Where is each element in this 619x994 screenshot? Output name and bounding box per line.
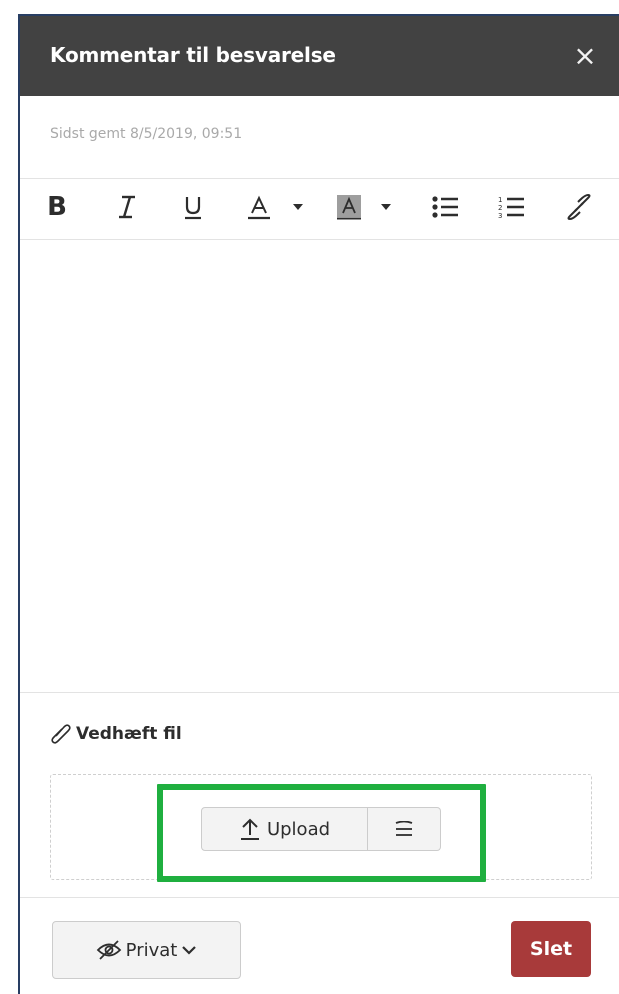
attach-file-label: Vedhæft fil: [50, 722, 182, 746]
background-color-button[interactable]: [334, 189, 364, 225]
delete-button[interactable]: Slet: [511, 921, 591, 977]
paperclip-icon: [51, 724, 71, 744]
link-icon: [567, 194, 591, 220]
upload-button[interactable]: Upload: [201, 807, 368, 851]
close-button[interactable]: ×: [567, 38, 603, 74]
svg-text:1: 1: [498, 196, 502, 204]
caret-down-icon: [293, 204, 303, 210]
numbered-list-button[interactable]: 1 2 3: [494, 189, 528, 225]
bold-button[interactable]: B: [42, 189, 72, 225]
svg-text:3: 3: [498, 212, 502, 219]
font-color-icon: [248, 195, 270, 220]
comment-panel: Kommentar til besvarelse × Sidst gemt 8/…: [18, 14, 619, 994]
background-color-icon: [337, 195, 361, 220]
comment-editor[interactable]: [20, 240, 619, 692]
divider: [20, 897, 619, 898]
background-color-dropdown[interactable]: [376, 189, 396, 225]
bullet-list-icon: [432, 196, 458, 218]
attach-file-text: Vedhæft fil: [76, 724, 182, 744]
underline-button[interactable]: [178, 189, 208, 225]
upload-label: Upload: [266, 818, 331, 840]
eye-slash-icon: [96, 940, 121, 960]
bullet-list-button[interactable]: [428, 189, 462, 225]
close-icon: ×: [573, 39, 597, 72]
dialog-header: Kommentar til besvarelse ×: [20, 16, 619, 96]
privacy-label: Privat: [125, 939, 178, 961]
chevron-down-icon: [182, 946, 197, 955]
upload-button-group: Upload: [201, 807, 441, 851]
editor-toolbar: B 1 2 3: [20, 179, 619, 239]
link-button[interactable]: [562, 189, 596, 225]
italic-icon: [119, 195, 135, 219]
privacy-dropdown-button[interactable]: Privat: [52, 921, 241, 979]
svg-text:2: 2: [498, 204, 502, 212]
upload-options-button[interactable]: [368, 807, 441, 851]
bold-icon: B: [47, 192, 67, 222]
caret-down-icon: [381, 204, 391, 210]
upload-arrow-icon: [240, 818, 259, 840]
menu-icon: [395, 821, 413, 836]
dialog-title: Kommentar til besvarelse: [50, 43, 336, 67]
numbered-list-icon: 1 2 3: [498, 196, 524, 219]
font-color-button[interactable]: [244, 189, 274, 225]
divider: [20, 692, 619, 693]
font-color-dropdown[interactable]: [288, 189, 308, 225]
italic-button[interactable]: [112, 189, 142, 225]
last-saved-text: Sidst gemt 8/5/2019, 09:51: [50, 126, 243, 142]
underline-icon: [185, 197, 201, 220]
